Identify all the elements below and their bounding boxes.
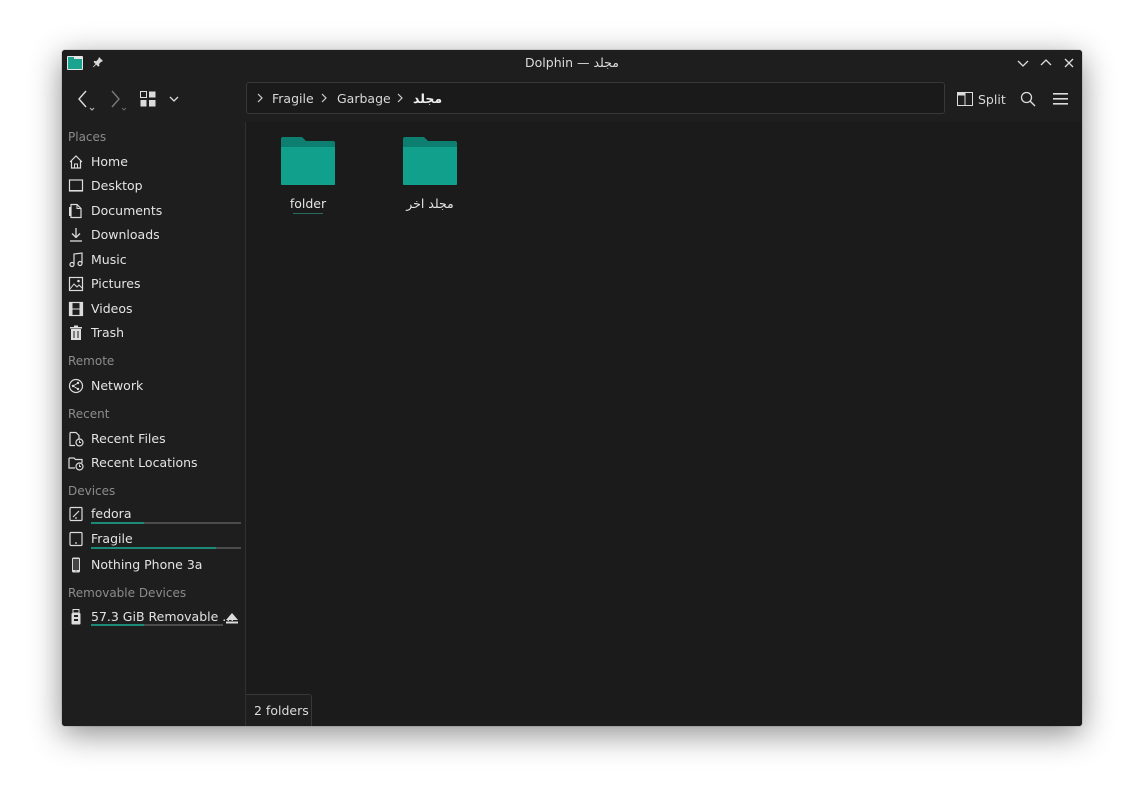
back-icon[interactable] — [76, 88, 98, 112]
sidebar-item-label: Recent Files — [91, 431, 166, 446]
recent-locations-icon — [68, 457, 84, 471]
sidebar-item-label: Desktop — [91, 178, 143, 193]
removable-usage-bar — [91, 624, 223, 626]
usage-bar-fill — [91, 522, 144, 524]
sidebar-item-label: Nothing Phone 3a — [91, 557, 203, 572]
window-title: Dolphin — مجلد — [525, 55, 619, 70]
dolphin-window: Dolphin — مجلد Fragile Garbage مجلد Spli… — [62, 50, 1082, 726]
forward-icon[interactable] — [108, 88, 130, 112]
sidebar-item-recent-files[interactable]: Recent Files — [62, 427, 245, 451]
sidebar-item-label: Trash — [91, 325, 125, 340]
music-icon — [69, 252, 83, 268]
usb-drive-icon — [71, 609, 81, 625]
sidebar-item-label: Documents — [91, 203, 163, 218]
folder-item[interactable]: folder — [258, 124, 358, 214]
videos-icon — [68, 301, 84, 317]
hamburger-menu-icon[interactable] — [1053, 92, 1068, 106]
breadcrumb-separator-icon — [321, 93, 327, 103]
sidebar-item-documents[interactable]: Documents — [62, 199, 245, 223]
sidebar-item-label: Home — [91, 154, 128, 169]
usage-bar-fill — [91, 547, 216, 549]
minimize-chevron-icon[interactable] — [1016, 56, 1030, 70]
sidebar-item-label: Network — [91, 378, 144, 393]
title-bar: Dolphin — مجلد — [62, 50, 1082, 76]
recent-files-icon — [69, 431, 84, 447]
sidebar-item-home[interactable]: Home — [62, 150, 245, 174]
section-title-remote: Remote — [68, 354, 115, 368]
documents-icon — [69, 203, 82, 219]
fragile-usage-bar — [91, 547, 241, 549]
icon-view-icon[interactable] — [140, 91, 156, 107]
close-icon[interactable] — [1062, 56, 1076, 70]
breadcrumb-item-fragile[interactable]: Fragile — [272, 91, 314, 106]
trash-icon — [70, 325, 82, 340]
sidebar-item-pictures[interactable]: Pictures — [62, 272, 245, 296]
desktop-icon — [68, 179, 84, 192]
breadcrumb-separator-icon — [397, 93, 403, 103]
folder-name-underline — [293, 213, 323, 214]
status-bar: 2 folders — [246, 694, 312, 726]
breadcrumb-item-current[interactable]: مجلد — [413, 91, 442, 106]
section-title-removable-devices: Removable Devices — [68, 586, 187, 600]
network-icon — [68, 378, 84, 394]
folder-icon — [403, 137, 457, 185]
section-title-recent: Recent — [68, 407, 110, 421]
sidebar-item-label: Music — [91, 252, 127, 267]
sidebar-item-label: Recent Locations — [91, 455, 198, 470]
sidebar-item-recent-locations[interactable]: Recent Locations — [62, 451, 245, 475]
usage-bar-fill — [91, 624, 144, 626]
drive-icon — [69, 531, 83, 547]
breadcrumb-item-garbage[interactable]: Garbage — [337, 91, 391, 106]
section-title-devices: Devices — [68, 484, 116, 498]
sidebar-item-label: Fragile — [91, 531, 133, 546]
folder-name: folder — [289, 196, 327, 211]
eject-icon[interactable] — [225, 611, 239, 625]
downloads-icon — [70, 228, 82, 242]
sidebar-item-label: Videos — [91, 301, 133, 316]
breadcrumb-separator-icon — [257, 93, 263, 103]
sidebar-item-label: Downloads — [91, 227, 160, 242]
file-view[interactable]: folder مجلد اخر 2 folders — [246, 122, 1082, 726]
status-text: 2 folders — [254, 703, 309, 718]
section-title-places: Places — [68, 130, 107, 144]
folder-item[interactable]: مجلد اخر — [380, 124, 480, 214]
places-sidebar: Places Home Desktop Documents Downloads … — [62, 122, 246, 726]
breadcrumb: Fragile Garbage مجلد — [246, 82, 945, 114]
folder-icon — [281, 137, 335, 185]
view-options-chevron-down-icon[interactable] — [168, 94, 180, 104]
drive-icon — [69, 506, 83, 522]
sidebar-item-label: Pictures — [91, 276, 141, 291]
toolbar: Fragile Garbage مجلد Split — [62, 76, 1082, 123]
phone-icon — [72, 557, 80, 573]
sidebar-item-videos[interactable]: Videos — [62, 297, 245, 321]
sidebar-item-label: 57.3 GiB Removable ... — [91, 609, 235, 624]
split-button[interactable]: Split — [978, 92, 1006, 107]
sidebar-item-label: fedora — [91, 506, 132, 521]
sidebar-item-nothing-phone[interactable]: Nothing Phone 3a — [62, 553, 245, 577]
fedora-usage-bar — [91, 522, 241, 524]
sidebar-item-music[interactable]: Music — [62, 248, 245, 272]
sidebar-item-trash[interactable]: Trash — [62, 321, 245, 345]
pictures-icon — [68, 276, 84, 292]
sidebar-item-downloads[interactable]: Downloads — [62, 223, 245, 247]
split-view-icon[interactable] — [957, 91, 973, 107]
maximize-chevron-icon[interactable] — [1039, 56, 1053, 70]
search-icon[interactable] — [1020, 91, 1036, 107]
sidebar-item-desktop[interactable]: Desktop — [62, 174, 245, 198]
home-icon — [69, 155, 83, 169]
folder-name: مجلد اخر — [406, 196, 454, 211]
sidebar-item-network[interactable]: Network — [62, 374, 245, 398]
